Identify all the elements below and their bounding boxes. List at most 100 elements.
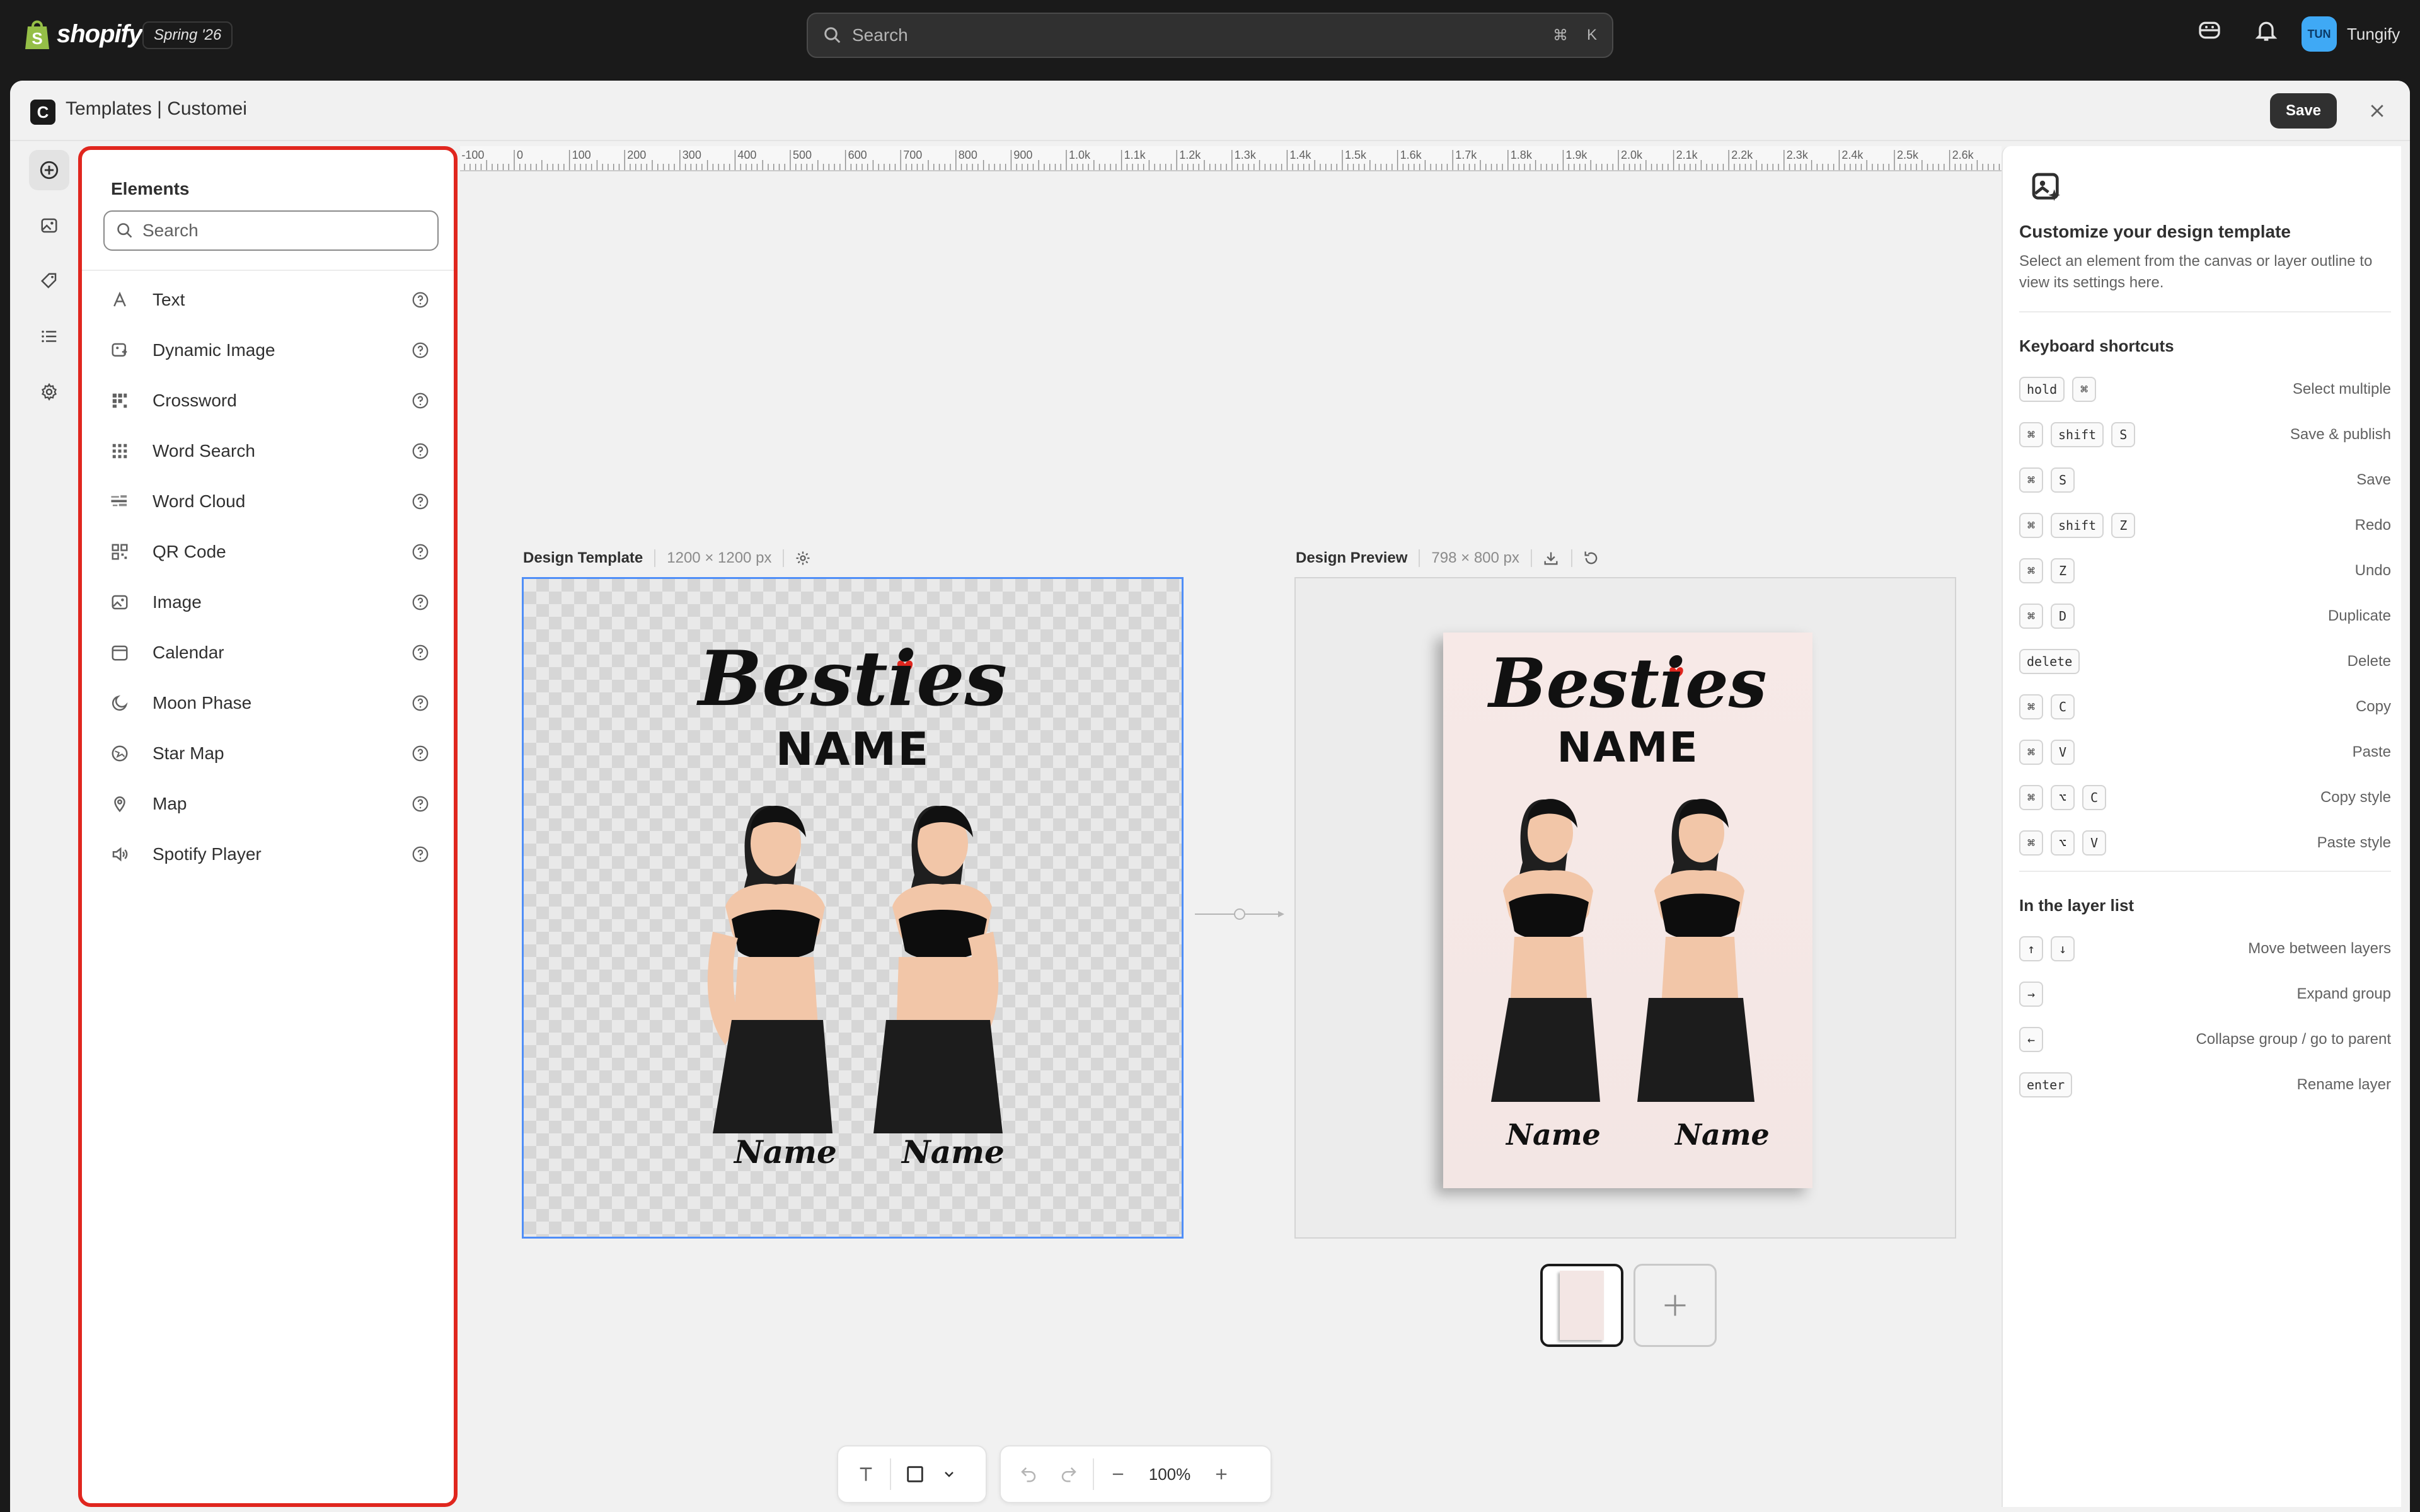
zoom-level[interactable]: 100% [1138, 1465, 1201, 1484]
shortcut-row: enter Rename layer [2019, 1071, 2391, 1099]
shortcut-keys: ⌘ D [2019, 604, 2328, 629]
help-icon[interactable] [411, 744, 430, 763]
shortcut-row: ⌘ ⌥ C Copy style [2019, 784, 2391, 811]
shortcut-key: ⌘ [2019, 785, 2043, 810]
download-preview-button[interactable] [1530, 549, 1560, 567]
bell-icon[interactable] [2254, 18, 2279, 43]
rail-settings[interactable] [29, 372, 69, 412]
template-settings-button[interactable] [783, 549, 812, 567]
elements-panel-title: Elements [111, 179, 190, 198]
shortcut-action: Delete [2347, 653, 2391, 670]
help-icon[interactable] [411, 845, 430, 864]
panel-divider [82, 270, 454, 271]
help-icon[interactable] [411, 643, 430, 662]
help-icon[interactable] [411, 694, 430, 713]
rail-add-elements[interactable] [29, 150, 69, 190]
ruler-label: 600 [848, 149, 867, 161]
redo-button[interactable] [1049, 1454, 1089, 1494]
element-item-spotify-player[interactable]: Spotify Player [82, 829, 454, 879]
element-item-dynamic-image[interactable]: Dynamic Image [82, 325, 454, 375]
help-icon[interactable] [411, 542, 430, 561]
help-icon[interactable] [411, 492, 430, 511]
store-avatar: TUN [2302, 16, 2337, 52]
minus-icon [1112, 1473, 1124, 1475]
shape-menu-toggle[interactable] [935, 1454, 963, 1494]
store-menu[interactable]: TUN Tungify [2302, 16, 2400, 52]
element-item-moon-phase[interactable]: Moon Phase [82, 678, 454, 728]
shortcut-key: ⌘ [2019, 558, 2043, 583]
design-canvas[interactable]: -100 0 100 200 300 400 500 600 700 800 900 1.0k 1.1k… [460, 146, 2002, 1507]
qr-code-icon [107, 539, 132, 564]
shortcut-action: Duplicate [2327, 607, 2391, 624]
shortcut-keys: ← [2019, 1027, 2196, 1052]
toolbar-separator [890, 1458, 891, 1490]
global-search-bar[interactable]: Search ⌘ K [807, 13, 1613, 58]
top-icons [2197, 18, 2222, 43]
ruler-label: 1.6k [1400, 149, 1422, 161]
shortcut-key: Z [2051, 558, 2075, 583]
preview-subtitle: NAME [1557, 723, 1699, 772]
help-icon[interactable] [411, 593, 430, 612]
shortcut-key: ⌥ [2051, 830, 2075, 856]
save-button[interactable]: Save [2270, 93, 2337, 129]
notifications [2254, 18, 2279, 43]
refresh-preview-button[interactable] [1570, 549, 1600, 567]
help-icon[interactable] [411, 794, 430, 813]
star-map-icon [107, 741, 132, 766]
zoom-in-button[interactable] [1201, 1454, 1242, 1494]
element-item-image[interactable]: Image [82, 577, 454, 627]
shopify-logo[interactable]: S shopify [24, 18, 142, 50]
shortcut-key: Z [2111, 513, 2136, 538]
elements-search-input[interactable] [142, 220, 420, 241]
shortcut-action: Paste [2352, 743, 2391, 760]
zoom-out-button[interactable] [1098, 1454, 1138, 1494]
rail-tags[interactable] [29, 261, 69, 301]
design-template-frame[interactable]: Besties NAME Name Name [522, 577, 1184, 1239]
help-icon[interactable] [411, 442, 430, 461]
shortcut-key: shift [2051, 422, 2104, 447]
element-item-word-cloud[interactable]: Word Cloud [82, 476, 454, 527]
close-button[interactable] [2363, 97, 2391, 125]
element-item-star-map[interactable]: Star Map [82, 728, 454, 779]
element-item-map[interactable]: Map [82, 779, 454, 829]
map-pin-icon [107, 791, 132, 816]
design-template-header: Design Template 1200 × 1200 px [523, 549, 812, 567]
preview-thumbnail-1[interactable] [1540, 1264, 1623, 1347]
elements-search[interactable] [103, 210, 439, 251]
ruler-label: 300 [683, 149, 701, 161]
add-preview-button[interactable] [1634, 1264, 1717, 1347]
shortcut-row: ⌘ shift Z Redo [2019, 512, 2391, 539]
image-icon [107, 590, 132, 615]
element-item-crossword[interactable]: Crossword [82, 375, 454, 426]
help-icon[interactable] [411, 391, 430, 410]
element-item-text[interactable]: Text [82, 275, 454, 325]
help-icon[interactable] [411, 290, 430, 309]
shortcut-key: → [2019, 982, 2043, 1007]
plus-icon [1664, 1295, 1686, 1316]
rail-images[interactable] [29, 205, 69, 246]
edition-badge[interactable]: Spring '26 [142, 21, 233, 49]
shortcut-keys: → [2019, 982, 2297, 1007]
shortcut-key: ⌥ [2051, 785, 2075, 810]
ruler-label: 500 [793, 149, 812, 161]
shortcut-keys: ⌘ ⌥ V [2019, 830, 2317, 856]
help-icon[interactable] [411, 341, 430, 360]
add-shape-tool[interactable] [895, 1454, 935, 1494]
plus-circle-icon [40, 161, 59, 180]
sidekick-icon[interactable] [2197, 18, 2222, 43]
rail-layers[interactable] [29, 316, 69, 357]
shortcut-action: Collapse group / go to parent [2196, 1031, 2391, 1048]
shortcut-action: Move between layers [2248, 940, 2391, 957]
shortcut-keys: enter [2019, 1072, 2297, 1097]
word-search-icon [107, 438, 132, 464]
element-item-qr-code[interactable]: QR Code [82, 527, 454, 577]
add-text-tool[interactable] [846, 1454, 886, 1494]
ruler-label: 1.2k [1179, 149, 1201, 161]
thumbnail-card [1560, 1271, 1604, 1340]
undo-button[interactable] [1008, 1454, 1049, 1494]
store-name: Tungify [2347, 24, 2400, 43]
element-item-word-search[interactable]: Word Search [82, 426, 454, 476]
layer-list-heading: In the layer list [2019, 896, 2135, 915]
shortcut-action: Paste style [2317, 834, 2391, 851]
element-item-calendar[interactable]: Calendar [82, 627, 454, 678]
